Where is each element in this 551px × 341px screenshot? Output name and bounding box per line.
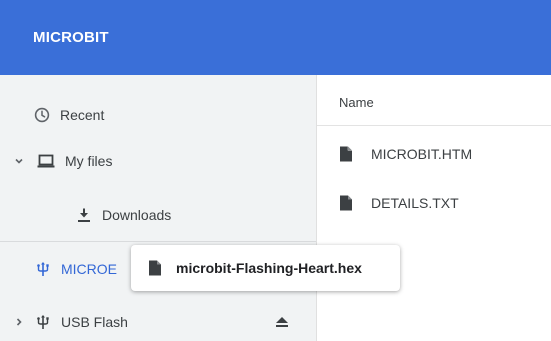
sidebar-item-recent[interactable]: Recent <box>0 95 316 135</box>
sidebar: Recent My files Downloads MICROE USB Fla… <box>0 75 316 341</box>
usb-icon <box>34 260 52 278</box>
file-name: DETAILS.TXT <box>371 195 459 211</box>
file-name: MICROBIT.HTM <box>371 146 473 162</box>
download-icon <box>75 206 93 224</box>
sidebar-item-label: USB Flash <box>61 314 128 330</box>
file-icon <box>339 146 353 162</box>
column-header-name[interactable]: Name <box>339 95 374 110</box>
sidebar-item-label: My files <box>65 153 113 169</box>
sidebar-item-label: Downloads <box>102 207 172 223</box>
page-title: MICROBIT <box>33 29 109 46</box>
clock-icon <box>33 106 51 124</box>
sidebar-item-label: MICROE <box>61 261 117 277</box>
file-icon <box>339 195 353 211</box>
sidebar-item-downloads[interactable]: Downloads <box>0 195 316 235</box>
sidebar-item-my-files[interactable]: My files <box>0 141 316 181</box>
sidebar-item-label: Recent <box>60 107 105 123</box>
chevron-down-icon[interactable] <box>13 155 25 167</box>
chevron-right-icon[interactable] <box>13 316 25 328</box>
sidebar-item-usb-flash[interactable]: USB Flash <box>0 302 316 341</box>
drag-file-tooltip[interactable]: microbit-Flashing-Heart.hex <box>131 245 400 291</box>
file-list-panel: Name MICROBIT.HTM DETAILS.TXT <box>316 75 551 341</box>
eject-icon[interactable] <box>275 315 289 329</box>
usb-icon <box>34 313 52 331</box>
app-header: MICROBIT <box>0 0 551 75</box>
files-app-window: MICROBIT Recent My files Downloads MICRO… <box>0 0 551 341</box>
drag-file-name: microbit-Flashing-Heart.hex <box>176 260 362 276</box>
laptop-icon <box>36 152 56 170</box>
sidebar-divider <box>0 241 316 242</box>
file-row[interactable]: MICROBIT.HTM <box>339 144 472 164</box>
file-icon <box>148 260 162 276</box>
file-row[interactable]: DETAILS.TXT <box>339 193 459 213</box>
column-header-divider <box>317 125 551 126</box>
